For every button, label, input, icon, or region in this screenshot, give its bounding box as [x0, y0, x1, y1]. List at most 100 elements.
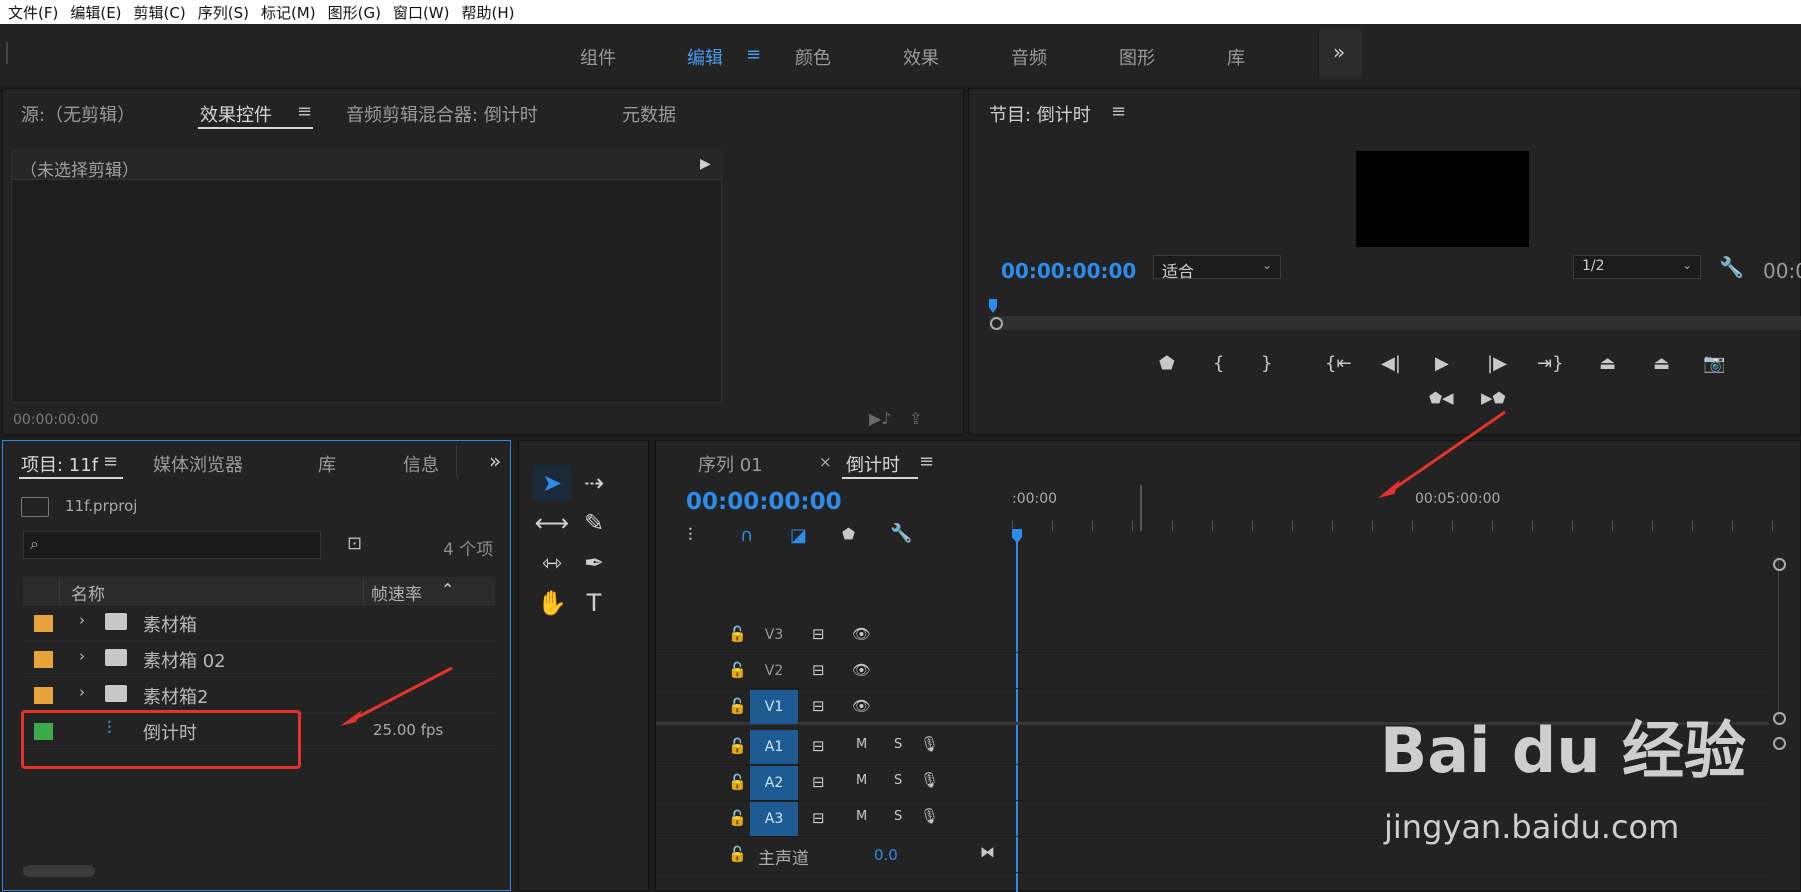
play-arrow-icon[interactable]: ▶: [700, 156, 711, 172]
tab-effect-controls[interactable]: 效果控件: [200, 101, 272, 127]
ripple-edit-tool-icon[interactable]: ⟷: [533, 505, 571, 541]
track-target-a3[interactable]: A3: [750, 802, 798, 836]
menu-sequence[interactable]: 序列(S): [198, 2, 249, 23]
timeline-timecode[interactable]: 00:00:00:00: [686, 489, 842, 515]
eye-icon[interactable]: 👁: [852, 625, 871, 643]
go-to-end-icon[interactable]: ⧓: [980, 843, 995, 861]
add-marker-icon[interactable]: ⬟: [842, 525, 855, 543]
add-marker-icon[interactable]: ⬟: [1159, 353, 1175, 374]
tab-countdown[interactable]: 倒计时: [846, 451, 900, 477]
lock-icon[interactable]: 🔓: [728, 809, 747, 827]
tab-metadata[interactable]: 元数据: [622, 101, 676, 127]
tab-libraries[interactable]: 库: [318, 451, 336, 477]
menu-window[interactable]: 窗口(W): [393, 2, 450, 23]
column-name[interactable]: 名称: [71, 580, 105, 605]
wrench-icon[interactable]: 🔧: [1719, 255, 1744, 279]
lock-icon[interactable]: 🔓: [728, 845, 747, 863]
time-ruler[interactable]: :00:00 00:05:00:00: [1012, 485, 1801, 531]
vertical-scrollbar[interactable]: [1778, 557, 1788, 717]
menu-marker[interactable]: 标记(M): [261, 2, 316, 23]
selection-tool-icon[interactable]: ➤: [533, 465, 571, 501]
workspace-tab-audio[interactable]: 音频: [1011, 44, 1047, 70]
slip-tool-icon[interactable]: ⇿: [533, 545, 571, 581]
list-item[interactable]: › 素材箱 02: [25, 641, 497, 677]
lock-icon[interactable]: 🔓: [728, 697, 747, 715]
scroll-handle-audio[interactable]: [1773, 737, 1786, 750]
wrench-icon[interactable]: 🔧: [890, 523, 912, 544]
chevron-right-icon[interactable]: ›: [79, 683, 85, 701]
lock-icon[interactable]: 🔓: [728, 737, 747, 755]
program-timecode[interactable]: 00:00:00:00: [1001, 259, 1136, 283]
insert-icon[interactable]: ⬟◀: [1429, 389, 1454, 407]
panel-menu-icon[interactable]: ≡: [919, 451, 934, 472]
panel-menu-icon[interactable]: ≡: [103, 451, 118, 472]
menu-file[interactable]: 文件(F): [8, 2, 58, 23]
workspace-tab-graphics[interactable]: 图形: [1119, 44, 1155, 70]
track-target-a1[interactable]: A1: [750, 730, 798, 764]
track-target-v2[interactable]: V2: [750, 654, 798, 688]
eye-icon[interactable]: 👁: [852, 661, 871, 679]
lock-icon[interactable]: 🔓: [728, 625, 747, 643]
tab-sequence-01[interactable]: 序列 01: [698, 451, 763, 477]
mute-button[interactable]: M: [856, 737, 867, 752]
solo-button[interactable]: S: [894, 809, 902, 824]
master-volume[interactable]: 0.0: [874, 846, 898, 864]
new-bin-from-search-icon[interactable]: ⊡: [347, 533, 362, 554]
scroll-handle-top[interactable]: [1773, 558, 1786, 571]
menu-graphics[interactable]: 图形(G): [328, 2, 381, 23]
workspace-tab-libraries[interactable]: 库: [1227, 44, 1245, 70]
step-back-icon[interactable]: ◀|: [1381, 353, 1401, 374]
sync-lock-icon[interactable]: ⊟: [812, 661, 825, 679]
snap-icon[interactable]: ∩: [740, 525, 753, 546]
scroll-handle[interactable]: [990, 317, 1003, 330]
lift-icon[interactable]: ⏏: [1599, 353, 1616, 374]
search-input[interactable]: ⌕: [23, 531, 321, 559]
panel-menu-icon[interactable]: ≡: [1111, 101, 1126, 122]
chevron-right-icon[interactable]: ›: [79, 647, 85, 665]
go-to-in-icon[interactable]: {⇤: [1325, 353, 1352, 374]
microphone-icon[interactable]: 🎙: [920, 771, 939, 789]
workspace-menu-icon[interactable]: ≡: [746, 44, 761, 65]
program-title[interactable]: 节目: 倒计时: [989, 101, 1091, 127]
sync-lock-icon[interactable]: ⊟: [812, 737, 825, 755]
pen-tool-icon[interactable]: ✒: [575, 545, 613, 581]
tab-info[interactable]: 信息: [403, 451, 439, 477]
fit-dropdown[interactable]: 适合 ⌄: [1153, 255, 1281, 281]
razor-tool-icon[interactable]: ✎: [575, 505, 613, 541]
lock-icon[interactable]: 🔓: [728, 773, 747, 791]
linked-selection-icon[interactable]: ◪: [790, 525, 807, 546]
camera-icon[interactable]: 📷: [1703, 353, 1725, 374]
tab-media-browser[interactable]: 媒体浏览器: [153, 451, 243, 477]
sync-lock-icon[interactable]: ⊟: [812, 773, 825, 791]
tab-source[interactable]: 源:（无剪辑）: [21, 101, 135, 127]
sort-ascending-icon[interactable]: ⌃: [441, 580, 454, 599]
tab-audio-clip-mixer[interactable]: 音频剪辑混合器: 倒计时: [346, 101, 538, 127]
mark-in-icon[interactable]: {: [1213, 353, 1224, 374]
track-select-tool-icon[interactable]: ⇢: [575, 465, 613, 501]
panel-menu-icon[interactable]: ≡: [297, 101, 312, 122]
overflow-icon[interactable]: »: [489, 449, 501, 473]
list-item[interactable]: › 素材箱: [25, 605, 497, 641]
track-target-v1[interactable]: V1: [750, 690, 798, 724]
workspace-tab-assembly[interactable]: 组件: [580, 44, 616, 70]
column-framerate[interactable]: 帧速率: [371, 580, 422, 605]
track-target-v3[interactable]: V3: [750, 618, 798, 652]
overwrite-icon[interactable]: ▶⬟: [1481, 389, 1506, 407]
workspace-tab-color[interactable]: 颜色: [795, 44, 831, 70]
close-icon[interactable]: ×: [819, 453, 832, 471]
mute-button[interactable]: M: [856, 809, 867, 824]
label-color-swatch[interactable]: [34, 615, 53, 632]
microphone-icon[interactable]: 🎙: [920, 807, 939, 825]
menu-help[interactable]: 帮助(H): [461, 2, 514, 23]
sync-lock-icon[interactable]: ⊟: [812, 809, 825, 827]
grip-handle[interactable]: [6, 42, 8, 64]
hand-tool-icon[interactable]: ✋: [533, 585, 571, 621]
list-item[interactable]: › 素材箱2: [25, 677, 497, 713]
zoom-scrollbar[interactable]: [989, 316, 1801, 330]
sync-lock-icon[interactable]: ⊟: [812, 625, 825, 643]
play-icon[interactable]: ▶: [1435, 353, 1449, 374]
go-to-out-icon[interactable]: ⇥}: [1537, 353, 1564, 374]
track-target-a2[interactable]: A2: [750, 766, 798, 800]
resolution-dropdown[interactable]: 1/2 ⌄: [1573, 255, 1701, 279]
workspace-tab-effects[interactable]: 效果: [903, 44, 939, 70]
